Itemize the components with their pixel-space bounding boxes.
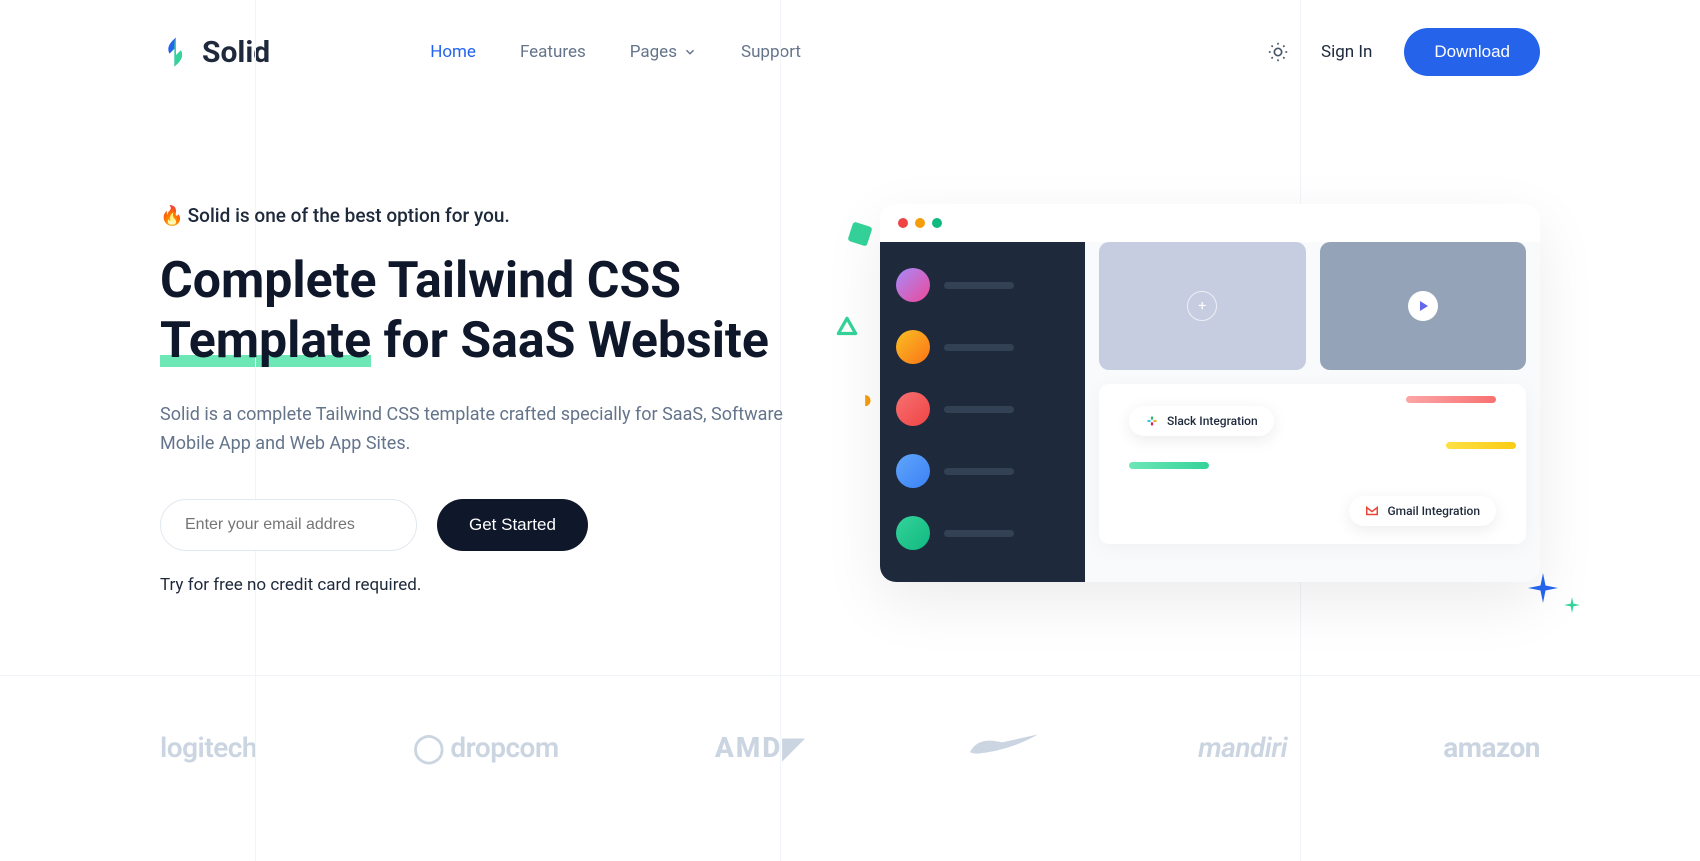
text-bar [944, 468, 1014, 475]
min-dot [915, 218, 925, 228]
brand-amazon: amazon [1443, 731, 1540, 764]
nav-pages[interactable]: Pages [630, 42, 697, 62]
text-bar [944, 282, 1014, 289]
hero-description: Solid is a complete Tailwind CSS templat… [160, 401, 800, 459]
add-card: + [1099, 242, 1306, 370]
email-form: Get Started [160, 499, 820, 551]
list-item [896, 508, 1069, 570]
list-item [896, 384, 1069, 446]
nav-home[interactable]: Home [430, 42, 476, 62]
nav-features[interactable]: Features [520, 42, 586, 62]
avatar [896, 268, 930, 302]
text-bar [944, 530, 1014, 537]
deco-triangle [834, 314, 860, 340]
nav-support[interactable]: Support [741, 42, 801, 62]
plus-icon: + [1187, 291, 1217, 321]
integrations-panel: Slack Integration Gmail Integration [1099, 384, 1526, 544]
avatar [896, 392, 930, 426]
mockup-sidebar [880, 242, 1085, 582]
close-dot [898, 218, 908, 228]
window-controls [880, 204, 1540, 242]
stripe-green [1129, 462, 1209, 469]
deco-square [847, 221, 872, 246]
brand-nike [962, 726, 1042, 769]
brand-logitech: logitech [160, 731, 257, 764]
chevron-down-icon [683, 45, 697, 59]
gmail-icon [1365, 504, 1379, 518]
signin-link[interactable]: Sign In [1321, 42, 1372, 62]
avatar [896, 454, 930, 488]
avatar [896, 330, 930, 364]
list-item [896, 322, 1069, 384]
deco-star-large [1528, 573, 1558, 603]
email-input[interactable] [160, 499, 417, 551]
app-mockup: + Slack Integration [880, 204, 1540, 582]
hero-illustration: ◗ + [880, 204, 1540, 595]
deco-star-small [1564, 597, 1580, 613]
list-item [896, 260, 1069, 322]
logo[interactable]: Solid [160, 35, 270, 70]
get-started-button[interactable]: Get Started [437, 499, 588, 551]
avatar [896, 516, 930, 550]
trial-note: Try for free no credit card required. [160, 575, 820, 595]
stripe-red [1406, 396, 1496, 403]
hero-title: Complete Tailwind CSS Template for SaaS … [160, 251, 820, 371]
deco-curve: ◗ [860, 384, 876, 415]
stripe-yellow [1446, 442, 1516, 449]
nav-pages-label: Pages [630, 42, 677, 62]
brand-logos: logitech ◯ dropcom AMD◤ mandiri amazon [160, 726, 1540, 769]
main-nav: Home Features Pages Support [430, 42, 801, 62]
title-line1: Complete Tailwind CSS [160, 252, 681, 310]
max-dot [932, 218, 942, 228]
hero-tagline: 🔥 Solid is one of the best option for yo… [160, 204, 820, 227]
slack-icon [1145, 414, 1159, 428]
text-bar [944, 344, 1014, 351]
mockup-main: + Slack Integration [1085, 242, 1540, 582]
download-button[interactable]: Download [1404, 28, 1540, 76]
theme-toggle-icon[interactable] [1267, 41, 1289, 63]
play-icon [1408, 291, 1438, 321]
logo-text: Solid [202, 35, 270, 70]
gmail-label: Gmail Integration [1387, 504, 1480, 518]
tagline-text: Solid is one of the best option for you. [188, 204, 510, 227]
list-item [896, 446, 1069, 508]
brand-dropcom: ◯ dropcom [413, 731, 559, 764]
text-bar [944, 406, 1014, 413]
video-card [1320, 242, 1527, 370]
gmail-pill: Gmail Integration [1349, 496, 1496, 526]
brand-mandiri: mandiri [1198, 731, 1287, 764]
slack-pill: Slack Integration [1129, 406, 1274, 436]
brand-amd: AMD◤ [715, 731, 806, 764]
title-highlight: Template [160, 311, 371, 371]
slack-label: Slack Integration [1167, 414, 1258, 428]
title-rest: for SaaS Website [371, 312, 769, 370]
fire-icon: 🔥 [160, 204, 184, 227]
logo-icon [160, 36, 192, 68]
